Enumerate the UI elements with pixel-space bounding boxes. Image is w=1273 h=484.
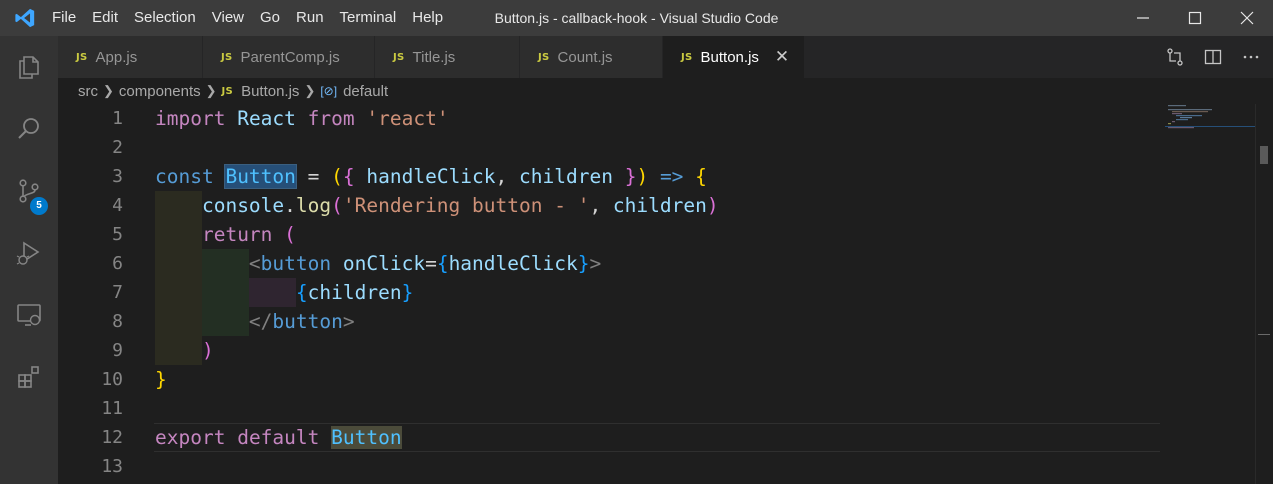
more-actions-icon[interactable] <box>1241 47 1261 67</box>
menu-help[interactable]: Help <box>404 0 451 36</box>
split-editor-icon[interactable] <box>1203 47 1223 67</box>
tab-title-js[interactable]: JS Title.js <box>375 36 520 78</box>
remote-explorer-icon[interactable] <box>0 284 58 346</box>
tab-label: Title.js <box>412 48 456 66</box>
code-text: return ( <box>201 223 296 246</box>
maximize-button[interactable] <box>1169 0 1221 36</box>
window-controls <box>1117 0 1273 36</box>
js-file-icon: JS <box>538 51 550 63</box>
line-number: 3 <box>112 166 123 187</box>
code-line: 6 <button onClick={handleClick}> <box>58 249 1168 278</box>
code-text: ) <box>201 339 214 362</box>
js-file-icon: JS <box>393 51 405 63</box>
js-file-icon: JS <box>221 85 234 97</box>
line-number: 7 <box>112 282 123 303</box>
code-line: 8 </button> <box>58 307 1168 336</box>
minimap[interactable] <box>1165 104 1255 484</box>
code-line: 4 console.log('Rendering button - ', chi… <box>58 191 1168 220</box>
minimize-button[interactable] <box>1117 0 1169 36</box>
editor-tab-bar: JS App.js JS ParentComp.js JS Title.js J… <box>58 36 1273 78</box>
close-icon <box>1240 11 1254 25</box>
search-icon[interactable] <box>0 98 58 160</box>
menu-file[interactable]: File <box>50 0 84 36</box>
code-text: </button> <box>248 310 355 333</box>
close-window-button[interactable] <box>1221 0 1273 36</box>
breadcrumb-src[interactable]: src <box>78 83 98 100</box>
line-number: 1 <box>112 108 123 129</box>
compare-changes-icon[interactable] <box>1165 47 1185 67</box>
js-file-icon: JS <box>681 51 693 63</box>
title-bar: File Edit Selection View Go Run Terminal… <box>0 0 1273 36</box>
code-line: 11 <box>58 394 1168 423</box>
tab-label: ParentComp.js <box>240 48 340 66</box>
code-line: 1 import React from 'react' <box>58 104 1168 133</box>
scrollbar-thumb[interactable] <box>1260 146 1268 164</box>
minimize-icon <box>1137 17 1149 19</box>
breadcrumb: src ❯ components ❯ JS Button.js ❯ [⊘] de… <box>58 78 1273 104</box>
line-number: 12 <box>101 427 123 448</box>
extensions-icon[interactable] <box>0 346 58 408</box>
menu-go[interactable]: Go <box>252 0 288 36</box>
line-number: 10 <box>101 369 123 390</box>
code-line: 7 {children} <box>58 278 1168 307</box>
tab-label: Count.js <box>557 48 613 66</box>
code-line: 9 ) <box>58 336 1168 365</box>
code-text: export default Button <box>155 426 402 449</box>
code-line: 12 export default Button <box>58 423 1168 452</box>
code-line: 2 <box>58 133 1168 162</box>
line-number: 2 <box>112 137 123 158</box>
code-text: console.log('Rendering button - ', child… <box>201 194 719 217</box>
vscode-logo-icon[interactable] <box>0 0 50 36</box>
tab-app-js[interactable]: JS App.js <box>58 36 203 78</box>
code-line: 10 } <box>58 365 1168 394</box>
line-number: 4 <box>112 195 123 216</box>
source-control-icon[interactable]: 5 <box>0 160 58 222</box>
minimap-preview <box>1165 105 1255 129</box>
close-tab-icon[interactable]: ✕ <box>775 47 789 67</box>
editor-actions <box>1165 36 1261 78</box>
menu-view[interactable]: View <box>204 0 252 36</box>
tab-label: Button.js <box>700 48 759 66</box>
chevron-right-icon: ❯ <box>103 83 114 98</box>
tab-count-js[interactable]: JS Count.js <box>520 36 663 78</box>
code-text: {children} <box>295 281 414 304</box>
maximize-icon <box>1188 11 1202 25</box>
breadcrumb-components[interactable]: components <box>119 83 201 100</box>
js-file-icon: JS <box>221 51 233 63</box>
scrollbar-marker <box>1258 334 1270 335</box>
chevron-right-icon: ❯ <box>304 83 316 98</box>
vertical-scrollbar[interactable] <box>1255 104 1273 484</box>
line-number: 13 <box>101 456 123 477</box>
menu-run[interactable]: Run <box>288 0 332 36</box>
code-text: const Button = ({ handleClick, children … <box>155 164 707 189</box>
tab-parentcomp-js[interactable]: JS ParentComp.js <box>203 36 375 78</box>
menu-edit[interactable]: Edit <box>84 0 126 36</box>
breadcrumb-symbol[interactable]: default <box>343 83 388 100</box>
chevron-right-icon: ❯ <box>205 83 217 98</box>
code-text: } <box>155 368 167 391</box>
code-text: <button onClick={handleClick}> <box>248 252 602 275</box>
menu-terminal[interactable]: Terminal <box>332 0 405 36</box>
code-line: 13 <box>58 452 1168 481</box>
tab-button-js[interactable]: JS Button.js ✕ <box>663 36 805 78</box>
breadcrumb-file[interactable]: Button.js <box>241 83 299 100</box>
code-line: 5 return ( <box>58 220 1168 249</box>
code-editor[interactable]: 1 import React from 'react' 2 3 const Bu… <box>58 104 1273 484</box>
line-number: 8 <box>112 311 123 332</box>
code-line: 3 const Button = ({ handleClick, childre… <box>58 162 1168 191</box>
line-number: 9 <box>112 340 123 361</box>
js-file-icon: JS <box>76 51 88 63</box>
code-text: import React from 'react' <box>155 107 449 130</box>
source-control-badge: 5 <box>30 197 48 215</box>
line-number: 5 <box>112 224 123 245</box>
menu-bar: File Edit Selection View Go Run Terminal… <box>50 0 451 36</box>
run-debug-icon[interactable] <box>0 222 58 284</box>
activity-bar: 5 <box>0 36 58 484</box>
explorer-icon[interactable] <box>0 36 58 98</box>
line-number: 11 <box>101 398 123 419</box>
symbol-icon: [⊘] <box>320 84 338 98</box>
line-number: 6 <box>112 253 123 274</box>
tab-label: App.js <box>95 48 138 66</box>
menu-selection[interactable]: Selection <box>126 0 204 36</box>
